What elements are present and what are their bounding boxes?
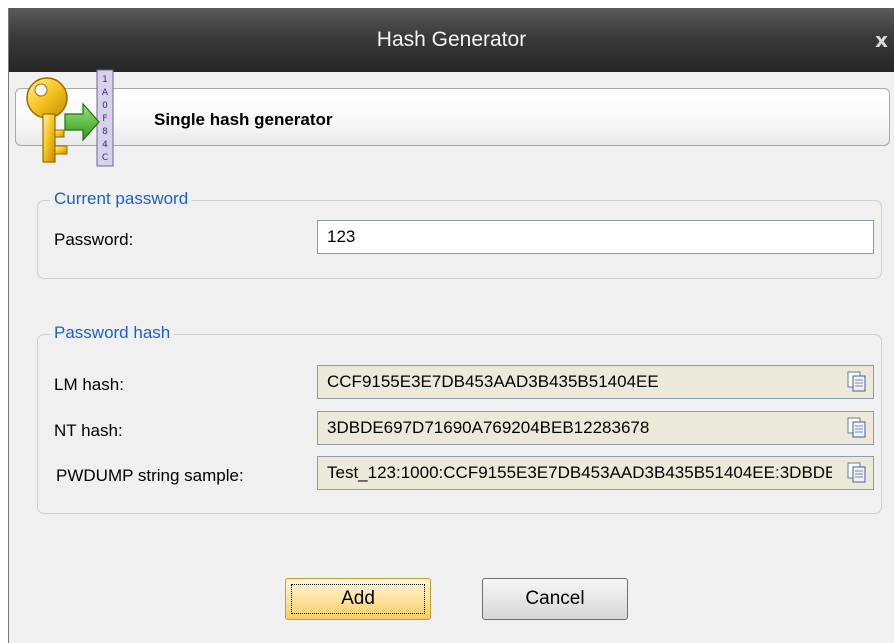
password-hash-legend: Password hash [50,323,175,343]
header-banner: Single hash generator [15,88,890,146]
hash-strip-char: 4 [102,140,108,150]
add-button-label: Add [341,588,375,609]
nt-hash-value: 3DBDE697D71690A769204BEB12283678 [327,418,650,437]
copy-icon [847,371,866,392]
close-button[interactable]: x [875,28,888,52]
hash-strip-char: 0 [102,101,108,111]
key-hash-icon: 1 A 0 F 8 4 C [26,69,114,167]
hash-strip-char: 8 [102,127,108,137]
copy-nt-hash-button[interactable] [843,414,871,442]
add-button[interactable]: Add [285,578,431,620]
password-label: Password: [54,230,134,249]
window-title: Hash Generator [376,28,527,51]
copy-pwdump-button[interactable] [843,459,871,487]
title-bar[interactable]: Hash Generator x [9,8,894,72]
lm-hash-label: LM hash: [54,375,124,394]
lm-hash-value: CCF9155E3E7DB453AAD3B435B51404EE [327,372,659,391]
pwdump-value: Test_123:1000:CCF9155E3E7DB453AAD3B435B5… [327,463,832,482]
cancel-button[interactable]: Cancel [482,578,628,620]
hash-strip-char: F [102,114,107,124]
password-input[interactable]: 123 [317,220,874,254]
lm-hash-field[interactable]: CCF9155E3E7DB453AAD3B435B51404EE [317,365,874,399]
password-value: 123 [327,227,356,246]
hash-generator-dialog: Hash Generator x Single hash generator 1… [8,8,894,643]
pwdump-field[interactable]: Test_123:1000:CCF9155E3E7DB453AAD3B435B5… [317,456,874,490]
hash-strip-char: A [102,88,109,98]
cancel-button-label: Cancel [525,588,585,609]
copy-lm-hash-button[interactable] [843,368,871,396]
current-password-legend: Current password [50,189,193,209]
pwdump-label: PWDUMP string sample: [56,466,244,485]
copy-icon [847,417,866,438]
hash-strip-char: C [102,153,108,163]
copy-icon [847,462,866,483]
nt-hash-field[interactable]: 3DBDE697D71690A769204BEB12283678 [317,411,874,445]
banner-title: Single hash generator [154,110,333,129]
nt-hash-label: NT hash: [54,421,123,440]
hash-strip-char: 1 [102,75,108,85]
